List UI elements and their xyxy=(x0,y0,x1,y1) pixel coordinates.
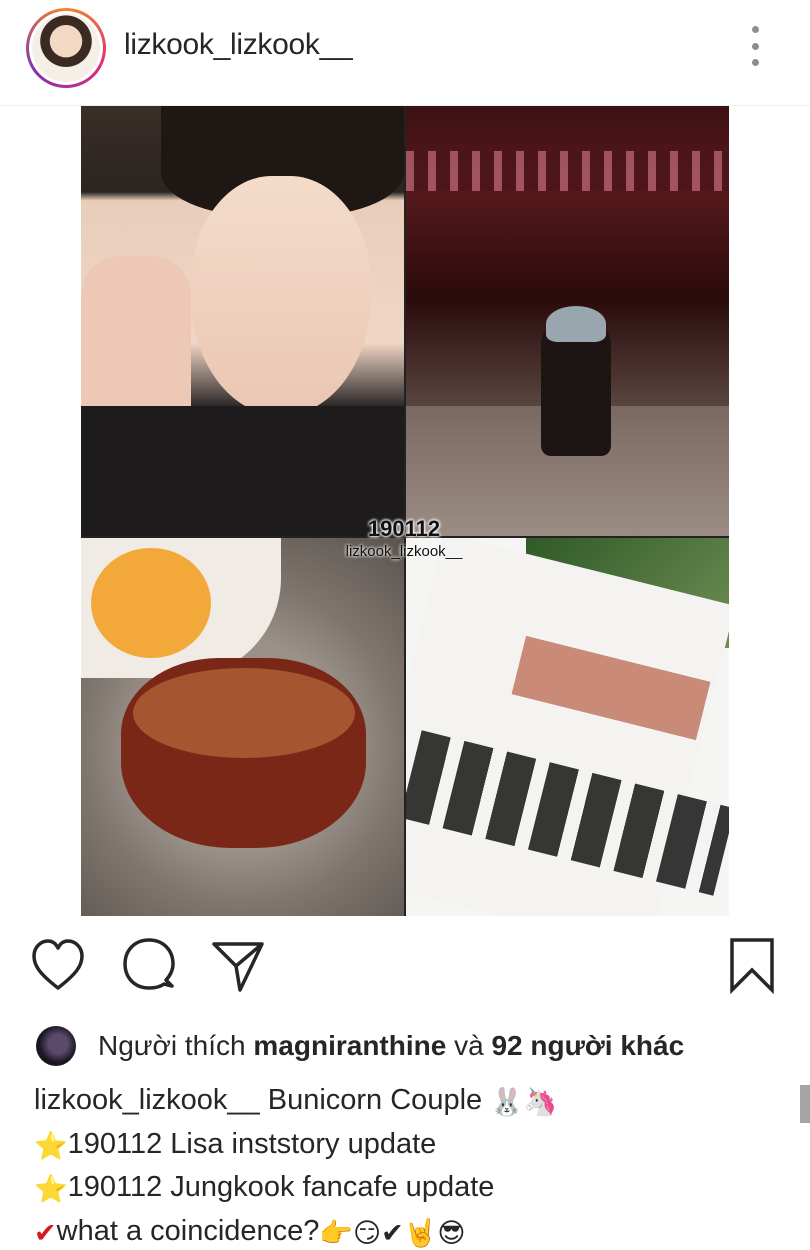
liker-avatar xyxy=(36,1026,76,1066)
comment-icon[interactable] xyxy=(120,936,176,996)
action-bar xyxy=(0,936,810,1000)
stage-lights xyxy=(406,151,729,191)
photo-stage xyxy=(406,106,729,536)
scrollbar[interactable] xyxy=(800,1085,810,1123)
caption-text-4: what a coincidence? xyxy=(56,1214,320,1247)
likes-prefix: Người thích xyxy=(98,1030,254,1061)
more-options-icon[interactable] xyxy=(740,26,770,66)
caption-line-1: lizkook_lizkook__ Bunicorn Couple 🐰🦄 xyxy=(34,1080,774,1124)
post-image[interactable]: 190112 lizkook_lizkook__ xyxy=(81,106,729,916)
watermark-date: 190112 xyxy=(367,516,441,541)
check-icon: ✔ xyxy=(34,1217,57,1249)
photo-food xyxy=(81,538,404,916)
caption-line-3: ⭐190112 Jungkook fancafe update xyxy=(34,1167,774,1211)
caption-text-2: 190112 Lisa inststory update xyxy=(67,1127,437,1160)
more-dot xyxy=(751,26,759,33)
likes-user[interactable]: magniranthine xyxy=(253,1030,446,1062)
likes-row[interactable]: Người thích magniranthine và 92 người kh… xyxy=(36,1026,684,1066)
side-dish xyxy=(91,548,211,658)
star-icon: ⭐ xyxy=(34,1130,68,1162)
paper-plane-icon[interactable] xyxy=(210,936,266,996)
more-dot xyxy=(751,59,759,66)
photo-selfie xyxy=(81,106,404,536)
caption-line-2: ⭐190112 Lisa inststory update xyxy=(34,1124,774,1168)
eel-rice xyxy=(133,668,355,758)
more-dot xyxy=(751,42,759,50)
caption: lizkook_lizkook__ Bunicorn Couple 🐰🦄 ⭐19… xyxy=(34,1080,774,1250)
likes-conj: và xyxy=(446,1030,492,1061)
post-header: lizkook_lizkook__ xyxy=(0,0,810,106)
avatar-image xyxy=(32,14,100,82)
caption-line-4: ✔what a coincidence?👉😏✔🤘😎 xyxy=(34,1211,774,1250)
post-username[interactable]: lizkook_lizkook__ xyxy=(124,28,353,62)
star-icon: ⭐ xyxy=(34,1174,68,1205)
watermark-user: lizkook_lizkook__ xyxy=(345,543,463,560)
photo-milk-packet xyxy=(406,538,729,916)
caption-text-3: 190112 Jungkook fancafe update xyxy=(67,1171,495,1203)
bookmark-icon[interactable] xyxy=(724,936,780,996)
bucket-hat xyxy=(546,306,606,342)
face-shape xyxy=(191,176,371,416)
avatar-inner xyxy=(29,11,103,85)
caption-text-1: Bunicorn Couple xyxy=(259,1084,491,1116)
likes-others[interactable]: 92 người khác xyxy=(491,1030,684,1062)
caption-username[interactable]: lizkook_lizkook__ xyxy=(34,1084,260,1116)
reaction-emojis: 👉😏✔🤘😎 xyxy=(319,1217,466,1249)
bunny-unicorn-emoji: 🐰🦄 xyxy=(490,1087,558,1118)
heart-icon[interactable] xyxy=(30,936,86,996)
avatar[interactable] xyxy=(26,8,106,88)
